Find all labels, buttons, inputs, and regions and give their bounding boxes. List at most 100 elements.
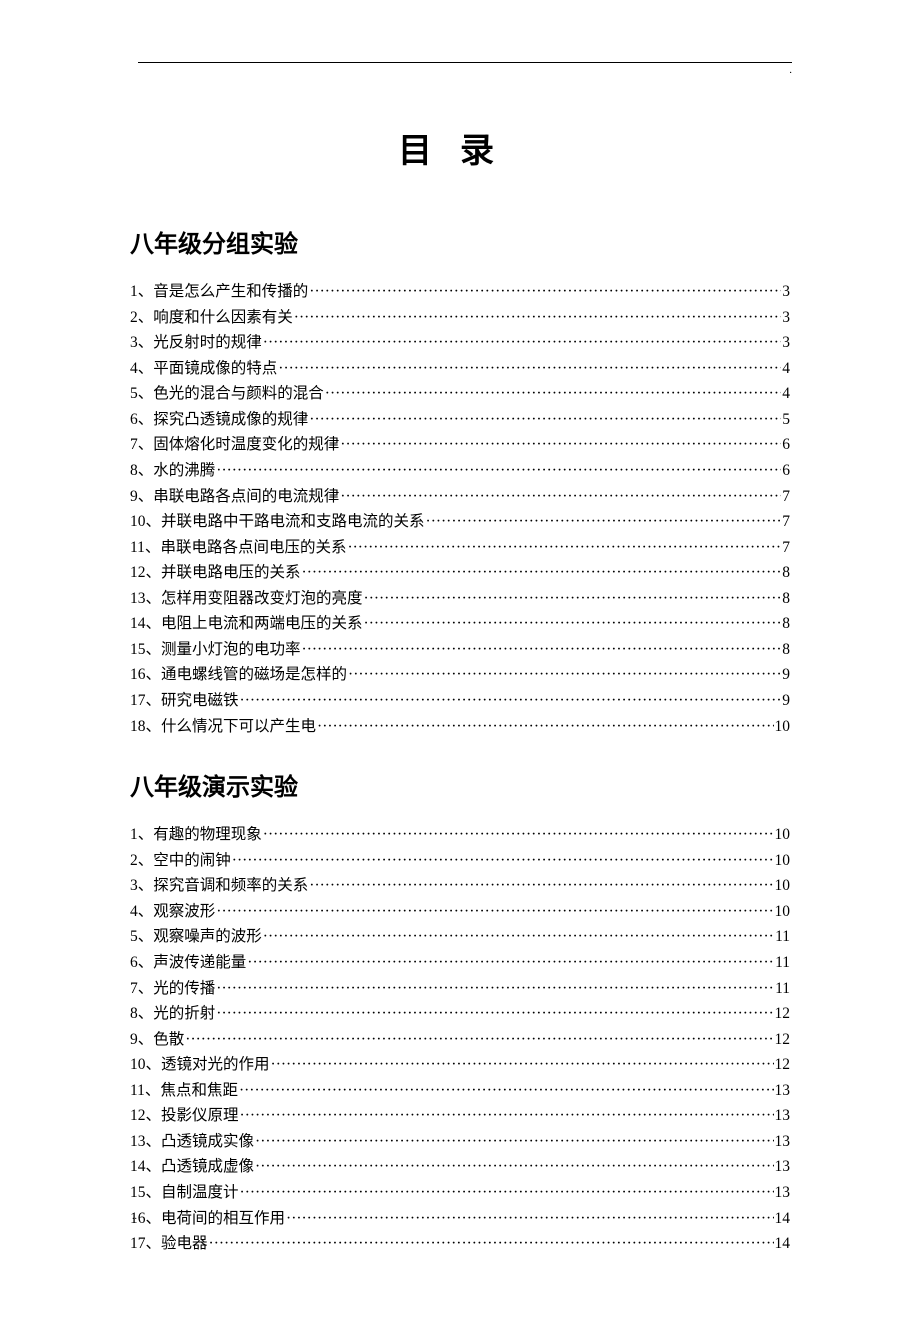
toc-item-label: 观察波形 <box>153 899 215 925</box>
toc-item-page: 6 <box>782 432 790 458</box>
toc-item: 5、色光的混合与颜料的混合 4 <box>130 381 790 407</box>
toc-item: 14、电阻上电流和两端电压的关系 8 <box>130 611 790 637</box>
toc-item: 4、平面镜成像的特点4 <box>130 356 790 382</box>
toc-item-label: 验电器 <box>161 1231 208 1257</box>
toc-item: 3、光反射时的规律3 <box>130 330 790 356</box>
toc-leader-dots <box>347 535 781 561</box>
toc-leader-dots <box>263 822 774 848</box>
toc-item-label: 观察噪声的波形 <box>153 924 262 950</box>
toc-leader-dots <box>302 637 782 663</box>
toc-item-number: 5、 <box>130 381 153 407</box>
toc-item-page: 5 <box>782 407 790 433</box>
toc-item-number: 10、 <box>130 1052 161 1078</box>
toc-leader-dots <box>325 381 781 407</box>
page-title: 目录 <box>130 123 790 172</box>
toc-item: 12、并联电路电压的关系 8 <box>130 560 790 586</box>
toc-item-number: 9、 <box>130 484 153 510</box>
toc-item-page: 10 <box>775 714 791 740</box>
toc-item-page: 14 <box>775 1231 791 1257</box>
toc-item-page: 10 <box>775 822 791 848</box>
toc-item: 4、观察波形10 <box>130 899 790 925</box>
toc-item-label: 响度和什么因素有关 <box>153 305 293 331</box>
toc-item-page: 9 <box>782 688 790 714</box>
toc-item-label: 什么情况下可以产生电 <box>161 714 316 740</box>
toc-item-page: 12 <box>775 1052 791 1078</box>
toc-leader-dots <box>294 305 781 331</box>
toc-leader-dots <box>309 407 781 433</box>
toc-item-page: 3 <box>782 279 790 305</box>
toc-item: 10、并联电路中干路电流和支路电流的关系 7 <box>130 509 790 535</box>
toc-item-number: 2、 <box>130 305 153 331</box>
footer-mark: .. <box>132 1211 137 1222</box>
toc-item-page: 4 <box>782 356 790 382</box>
toc-item-page: 8 <box>782 586 790 612</box>
toc-item-number: 13、 <box>130 1129 161 1155</box>
toc-item-label: 怎样用变阻器改变灯泡的亮度 <box>161 586 363 612</box>
toc-item: 16、电荷间的相互作用 14 <box>130 1206 790 1232</box>
toc-leader-dots <box>271 1052 774 1078</box>
toc-leader-dots <box>232 848 774 874</box>
toc-item-number: 12、 <box>130 1103 161 1129</box>
toc-item-label: 色光的混合与颜料的混合 <box>153 381 324 407</box>
toc-item-number: 5、 <box>130 924 153 950</box>
toc-item-page: 8 <box>782 560 790 586</box>
toc-item-label: 光的传播 <box>153 976 215 1002</box>
toc-item: 13、怎样用变阻器改变灯泡的亮度 8 <box>130 586 790 612</box>
toc-item-number: 13、 <box>130 586 161 612</box>
toc-item-page: 9 <box>782 662 790 688</box>
toc-leader-dots <box>317 714 773 740</box>
toc-item-label: 水的沸腾 <box>153 458 215 484</box>
toc-item-label: 并联电路电压的关系 <box>161 560 301 586</box>
toc-leader-dots <box>364 586 782 612</box>
toc-item-label: 有趣的物理现象 <box>153 822 262 848</box>
toc-item-page: 10 <box>775 899 791 925</box>
toc-item-label: 串联电路各点间的电流规律 <box>153 484 339 510</box>
toc-item-label: 电荷间的相互作用 <box>161 1206 285 1232</box>
toc-item-page: 12 <box>775 1001 791 1027</box>
toc-item-label: 串联电路各点间电压的关系 <box>160 535 346 561</box>
toc-item-label: 焦点和焦距 <box>160 1078 238 1104</box>
toc-leader-dots <box>263 330 781 356</box>
toc-item-page: 13 <box>775 1078 791 1104</box>
toc-item-page: 12 <box>775 1027 791 1053</box>
toc-item: 6、声波传递能量11 <box>130 950 790 976</box>
toc-item-page: 13 <box>775 1103 791 1129</box>
toc-item-number: 10、 <box>130 509 161 535</box>
section-header: 八年级演示实验 <box>130 767 790 802</box>
header-rule <box>138 62 792 63</box>
toc-item: 14、凸透镜成虚像 13 <box>130 1154 790 1180</box>
toc-item-page: 13 <box>775 1180 791 1206</box>
toc-leader-dots <box>340 484 781 510</box>
toc-item: 11、串联电路各点间电压的关系 7 <box>130 535 790 561</box>
toc-item-page: 4 <box>782 381 790 407</box>
toc-leader-dots <box>364 611 782 637</box>
toc-item-label: 声波传递能量 <box>153 950 246 976</box>
toc-item-label: 平面镜成像的特点 <box>153 356 277 382</box>
toc-item: 17、研究电磁铁 9 <box>130 688 790 714</box>
toc-item-number: 11、 <box>130 1078 160 1104</box>
toc-item-label: 通电螺线管的磁场是怎样的 <box>161 662 347 688</box>
toc-item-number: 2、 <box>130 848 153 874</box>
toc-leader-dots <box>216 458 781 484</box>
toc-sections: 八年级分组实验1、音是怎么产生和传播的32、响度和什么因素有关33、光反射时的规… <box>130 224 790 1257</box>
toc-list: 1、音是怎么产生和传播的32、响度和什么因素有关33、光反射时的规律34、平面镜… <box>130 279 790 739</box>
toc-item-label: 电阻上电流和两端电压的关系 <box>161 611 363 637</box>
toc-leader-dots <box>278 356 781 382</box>
toc-item: 11、焦点和焦距 13 <box>130 1078 790 1104</box>
toc-item-number: 16、 <box>130 662 161 688</box>
toc-item-page: 13 <box>775 1154 791 1180</box>
toc-item-number: 3、 <box>130 873 153 899</box>
toc-item-number: 6、 <box>130 950 153 976</box>
toc-item: 1、音是怎么产生和传播的3 <box>130 279 790 305</box>
toc-item-label: 光的折射 <box>153 1001 215 1027</box>
toc-item-page: 11 <box>775 976 790 1002</box>
toc-item-label: 自制温度计 <box>161 1180 239 1206</box>
toc-leader-dots <box>240 1103 774 1129</box>
toc-item: 9、色散12 <box>130 1027 790 1053</box>
toc-list: 1、有趣的物理现象102、空中的闹钟103、探究音调和频率的关系104、观察波形… <box>130 822 790 1257</box>
toc-item-label: 音是怎么产生和传播的 <box>153 279 308 305</box>
toc-item: 15、自制温度计 13 <box>130 1180 790 1206</box>
toc-item-page: 6 <box>782 458 790 484</box>
toc-item-label: 色散 <box>153 1027 184 1053</box>
toc-item: 15、测量小灯泡的电功率 8 <box>130 637 790 663</box>
